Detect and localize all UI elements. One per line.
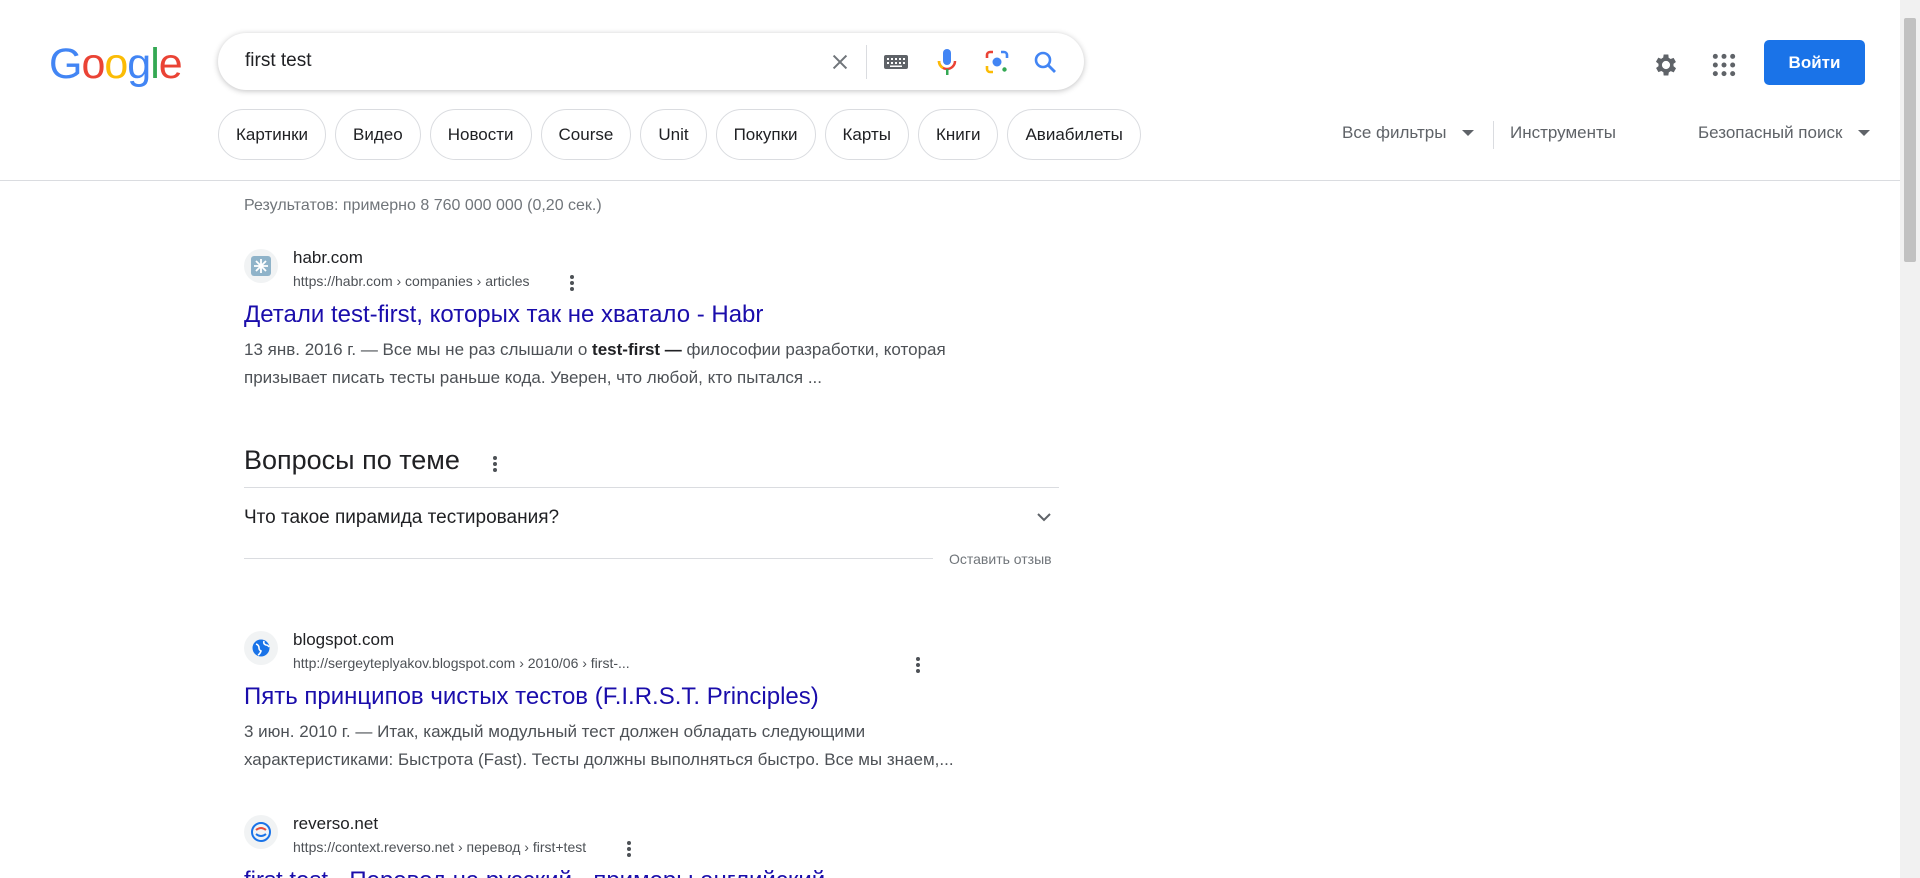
logo-letter: e <box>158 40 183 88</box>
chevron-down-icon <box>1462 130 1475 136</box>
tab-chip[interactable]: Course <box>540 109 632 160</box>
tools-divider <box>1493 121 1494 149</box>
snippet-text: — Итак, каждый модульный тест должен обл… <box>244 722 954 769</box>
tab-chip[interactable]: Авиабилеты <box>1007 109 1141 160</box>
result-date: 3 июн. 2010 г. <box>244 722 351 741</box>
gear-icon[interactable] <box>1649 48 1683 82</box>
search-icon[interactable] <box>1030 47 1060 77</box>
tab-chip[interactable]: Книги <box>917 109 999 160</box>
keyboard-icon[interactable] <box>881 47 911 77</box>
header: Google first test Картинки Видео Новости Co… <box>0 0 1900 181</box>
tab-chip[interactable]: Покупки <box>715 109 816 160</box>
safe-search-label: Безопасный поиск <box>1698 123 1843 142</box>
related-question[interactable]: Что такое пирамида тестирования? <box>244 507 559 529</box>
more-options-icon[interactable] <box>910 655 926 675</box>
logo-letter: o <box>81 40 105 88</box>
logo-letter: g <box>127 40 151 88</box>
scrollbar[interactable] <box>1900 0 1920 878</box>
tab-chip[interactable]: Unit <box>640 109 707 160</box>
site-url[interactable]: http://sergeyteplyakov.blogspot.com › 20… <box>293 655 630 671</box>
search-divider <box>866 45 867 79</box>
tab-chip[interactable]: Видео <box>335 109 421 160</box>
result-snippet: 13 янв. 2016 г. — Все мы не раз слышали … <box>244 336 1004 392</box>
tab-chip[interactable]: Картинки <box>218 109 327 160</box>
search-tabs: Картинки Видео Новости Course Unit Покупки Кар… <box>218 109 1141 160</box>
result-title[interactable]: first test - Перевод на русский - пример… <box>244 867 852 878</box>
apps-grid-icon[interactable] <box>1707 48 1741 82</box>
tools-button[interactable]: Инструменты <box>1510 123 1616 143</box>
more-options-icon[interactable] <box>487 454 503 474</box>
snippet-highlight: test-first — <box>592 340 682 359</box>
reverso-favicon[interactable] <box>244 815 278 849</box>
google-lens-icon[interactable] <box>982 47 1012 77</box>
results-stats: Результатов: примерно 8 760 000 000 (0,2… <box>244 197 602 214</box>
more-options-icon[interactable] <box>564 273 580 293</box>
safe-search-button[interactable]: Безопасный поиск <box>1698 123 1871 143</box>
snippet-text: — Все мы не раз слышали о <box>356 340 593 359</box>
more-options-icon[interactable] <box>621 839 637 859</box>
site-name[interactable]: blogspot.com <box>293 630 394 650</box>
feedback-link[interactable]: Оставить отзыв <box>949 551 1052 567</box>
logo-letter: o <box>104 40 128 88</box>
tab-chip[interactable]: Новости <box>429 109 532 160</box>
all-filters-button[interactable]: Все фильтры <box>1342 123 1475 143</box>
chevron-down-icon[interactable] <box>1034 507 1054 527</box>
chevron-down-icon <box>1858 130 1871 136</box>
site-name[interactable]: habr.com <box>293 248 363 268</box>
divider <box>244 558 933 559</box>
clear-icon[interactable] <box>825 47 855 77</box>
tab-chip[interactable]: Карты <box>824 109 909 160</box>
related-questions-title: Вопросы по теме <box>244 445 460 475</box>
scrollbar-thumb[interactable] <box>1904 18 1916 262</box>
logo-letter: l <box>150 40 160 88</box>
microphone-icon[interactable] <box>932 47 962 77</box>
site-url[interactable]: https://context.reverso.net › перевод › … <box>293 839 586 855</box>
tools-label: Инструменты <box>1510 123 1617 142</box>
logo-letter: G <box>49 40 82 88</box>
all-filters-label: Все фильтры <box>1342 123 1447 142</box>
habr-favicon[interactable] <box>244 249 278 283</box>
login-button[interactable]: Войти <box>1764 40 1865 85</box>
result-title[interactable]: Пять принципов чистых тестов (F.I.R.S.T.… <box>244 683 819 711</box>
result-snippet: 3 июн. 2010 г. — Итак, каждый модульный … <box>244 718 1004 774</box>
result-title[interactable]: Детали test-first, которых так не хватал… <box>244 301 763 329</box>
google-logo[interactable]: Google <box>49 40 183 88</box>
divider <box>244 487 1059 488</box>
site-name[interactable]: reverso.net <box>293 814 378 834</box>
globe-icon[interactable] <box>244 631 278 665</box>
search-input[interactable]: first test <box>245 50 312 72</box>
search-box[interactable]: first test <box>218 33 1084 90</box>
site-url[interactable]: https://habr.com › companies › articles <box>293 273 530 289</box>
result-date: 13 янв. 2016 г. <box>244 340 357 359</box>
